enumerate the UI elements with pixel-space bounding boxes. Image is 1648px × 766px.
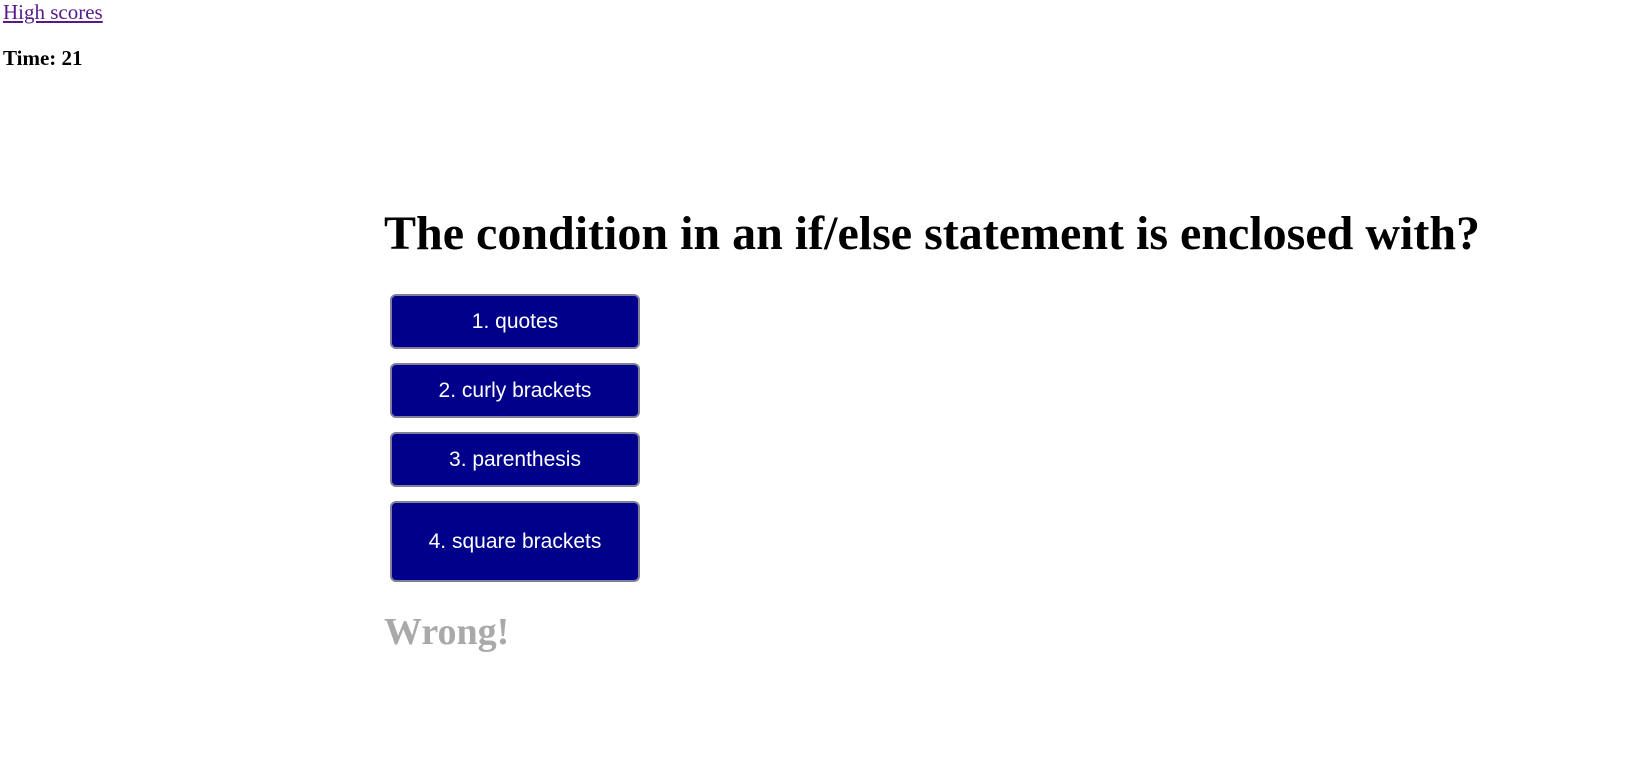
header: High scores Time: 21 [3,0,103,70]
question-title: The condition in an if/else statement is… [384,207,1481,260]
timer: Time: 21 [3,46,83,70]
quiz-page: High scores Time: 21 The condition in an… [0,0,1648,766]
answer-feedback: Wrong! [384,611,510,653]
answer-list: 1. quotes 2. curly brackets 3. parenthes… [390,294,640,582]
answer-button-2[interactable]: 2. curly brackets [390,363,640,418]
answer-button-1[interactable]: 1. quotes [390,294,640,349]
high-scores-link[interactable]: High scores [3,0,103,24]
answer-button-4[interactable]: 4. square brackets [390,501,640,582]
answer-button-3[interactable]: 3. parenthesis [390,432,640,487]
quiz-container: The condition in an if/else statement is… [384,206,1584,654]
